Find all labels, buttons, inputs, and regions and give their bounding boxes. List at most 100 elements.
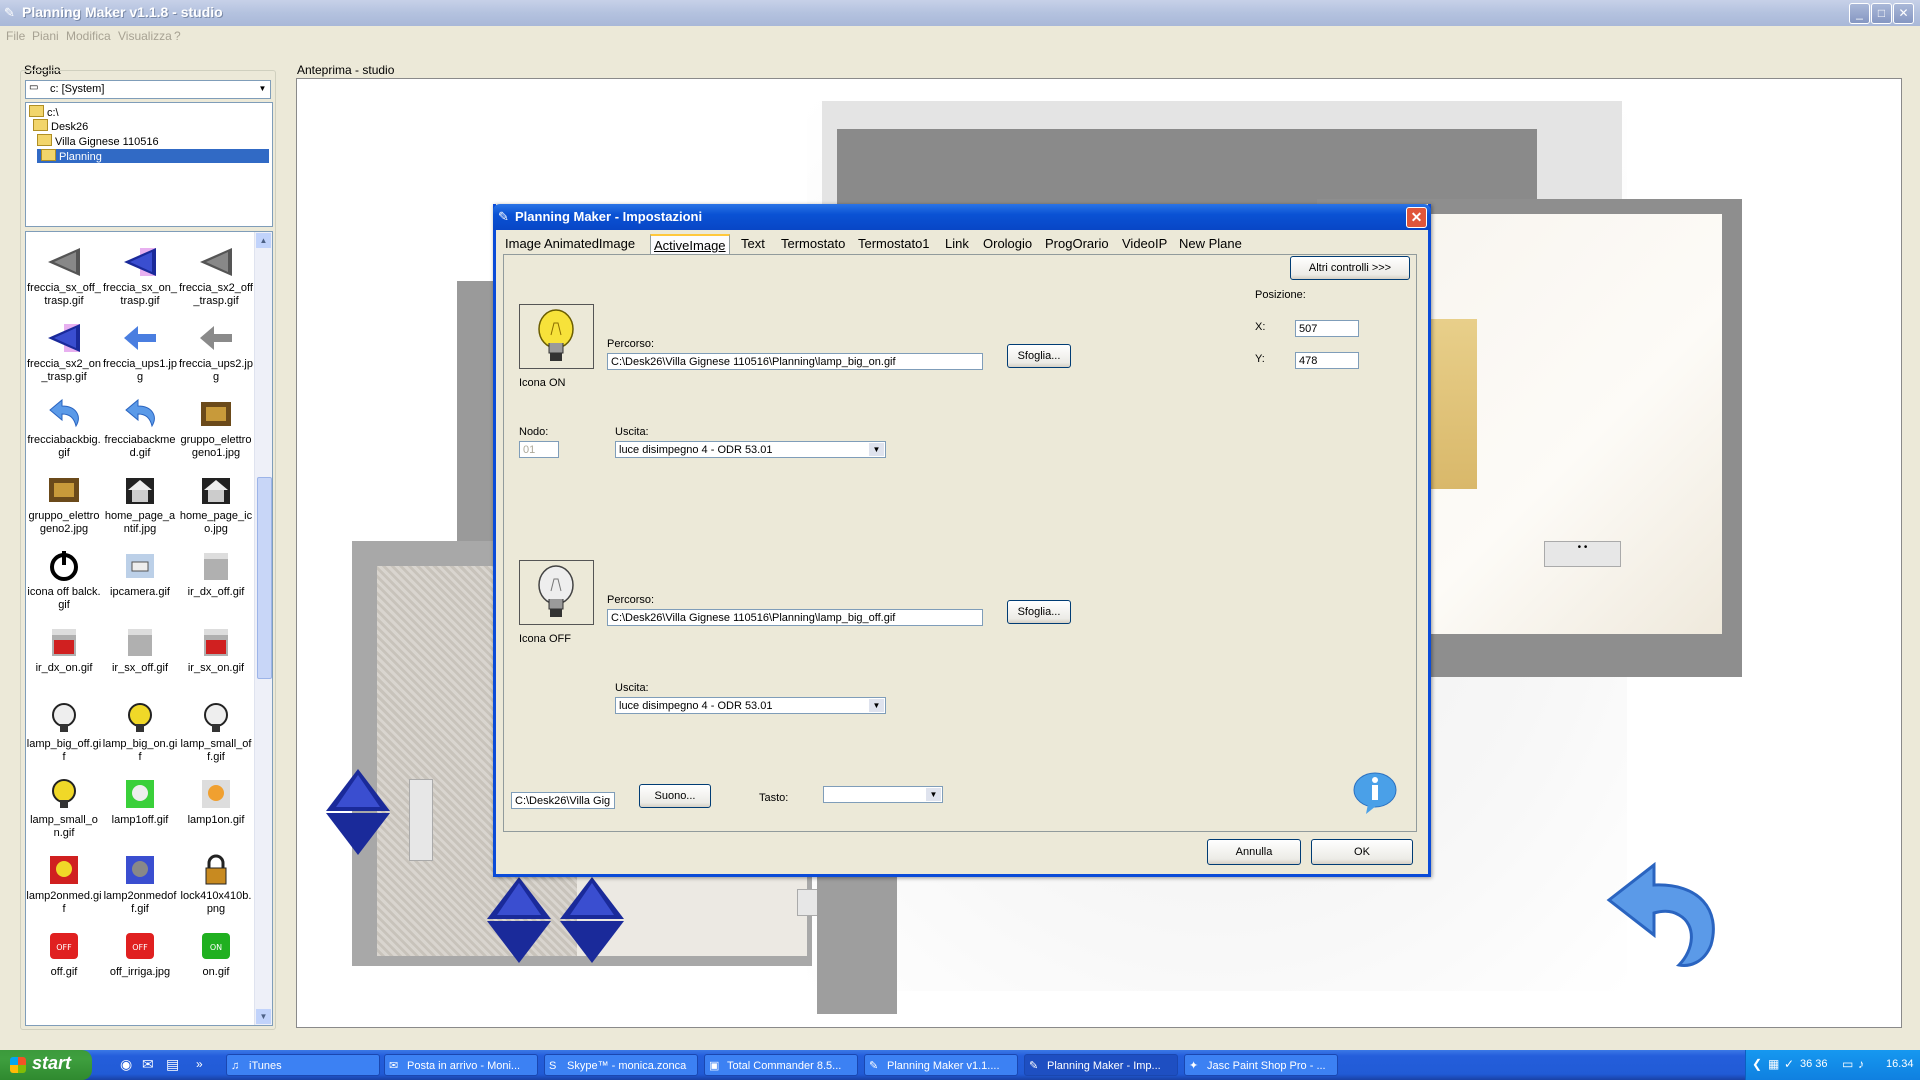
icon-off-preview[interactable]: [519, 560, 594, 625]
ok-button[interactable]: OK: [1311, 839, 1413, 865]
file-thumbnail[interactable]: icona off balck.gif: [26, 548, 102, 612]
task-total-commander[interactable]: ▣ Total Commander 8.5...: [704, 1054, 858, 1076]
tray-monitor-icon[interactable]: ▭: [1842, 1057, 1853, 1071]
floor-up-down-icon[interactable]: [558, 875, 626, 965]
drive-select[interactable]: ▭ c: [System] ▼: [25, 80, 271, 99]
tab-progorario[interactable]: ProgOrario: [1045, 236, 1109, 251]
task-posta[interactable]: ✉ Posta in arrivo - Moni...: [384, 1054, 538, 1076]
tab-new-plane[interactable]: New Plane: [1179, 236, 1242, 251]
task-skype[interactable]: S Skype™ - monica.zonca: [544, 1054, 698, 1076]
start-button[interactable]: start: [0, 1050, 92, 1080]
file-thumbnail[interactable]: lamp_small_on.gif: [26, 776, 102, 840]
dialog-close-button[interactable]: ✕: [1406, 207, 1427, 228]
tab-videoip[interactable]: VideoIP: [1122, 236, 1167, 251]
annulla-button[interactable]: Annulla: [1207, 839, 1301, 865]
tab-termostato[interactable]: Termostato: [781, 236, 845, 251]
floor-up-down-icon[interactable]: [485, 875, 553, 965]
x-field[interactable]: 507: [1295, 320, 1359, 337]
chevron-down-icon[interactable]: ▼: [256, 82, 269, 95]
quicklaunch-desktop-icon[interactable]: ▤: [166, 1056, 179, 1073]
percorso-off-field[interactable]: C:\Desk26\Villa Gignese 110516\Planning\…: [607, 609, 983, 626]
floor-up-down-icon[interactable]: [324, 767, 392, 857]
menu-visualizza[interactable]: Visualizza: [118, 29, 172, 43]
file-thumbnail[interactable]: ir_sx_off.gif: [102, 624, 178, 675]
file-thumbnail[interactable]: lamp2onmedoff.gif: [102, 852, 178, 916]
nodo-field[interactable]: 01: [519, 441, 559, 458]
file-thumbnail[interactable]: ir_sx_on.gif: [178, 624, 254, 675]
tree-item-villa[interactable]: Villa Gignese 110516: [37, 134, 159, 148]
file-thumbnail[interactable]: ON on.gif: [178, 928, 254, 979]
tab-orologio[interactable]: Orologio: [983, 236, 1032, 251]
minimize-button[interactable]: _: [1849, 3, 1870, 24]
sfoglia-off-button[interactable]: Sfoglia...: [1007, 600, 1071, 624]
percorso-on-field[interactable]: C:\Desk26\Villa Gignese 110516\Planning\…: [607, 353, 983, 370]
sound-path-field[interactable]: C:\Desk26\Villa Gig: [511, 792, 615, 809]
tree-item-planning[interactable]: Planning: [37, 149, 269, 163]
task-planning-maker[interactable]: ✎ Planning Maker v1.1....: [864, 1054, 1018, 1076]
suono-button[interactable]: Suono...: [639, 784, 711, 808]
file-thumbnail[interactable]: frecciabackmed.gif: [102, 396, 178, 460]
sfoglia-on-button[interactable]: Sfoglia...: [1007, 344, 1071, 368]
tray-arrow-icon[interactable]: ❮: [1752, 1057, 1762, 1071]
menu-modifica[interactable]: Modifica: [66, 29, 111, 43]
info-icon[interactable]: [1352, 770, 1398, 816]
file-thumbnail[interactable]: freccia_sx2_off_trasp.gif: [178, 244, 254, 308]
file-thumbnail[interactable]: lamp2onmed.gif: [26, 852, 102, 916]
file-thumbnail[interactable]: ir_dx_off.gif: [178, 548, 254, 599]
maximize-button[interactable]: □: [1871, 3, 1892, 24]
icon-on-preview[interactable]: [519, 304, 594, 369]
quicklaunch-more-icon[interactable]: »: [196, 1057, 203, 1071]
file-thumbnail[interactable]: freccia_sx_on_trasp.gif: [102, 244, 178, 308]
tray-network-icon[interactable]: ▦: [1768, 1057, 1779, 1071]
menu-piani[interactable]: Piani: [32, 29, 59, 43]
file-thumbnail[interactable]: OFF off_irriga.jpg: [102, 928, 178, 979]
chevron-down-icon[interactable]: ▼: [926, 788, 941, 801]
tab-activeimage[interactable]: ActiveImage: [650, 234, 730, 256]
file-thumbnail[interactable]: freccia_sx_off_trasp.gif: [26, 244, 102, 308]
file-thumbnail[interactable]: freccia_ups1.jpg: [102, 320, 178, 384]
file-thumbnail[interactable]: home_page_antif.jpg: [102, 472, 178, 536]
tab-image[interactable]: Image: [505, 236, 541, 251]
file-thumbnail[interactable]: gruppo_elettrogeno2.jpg: [26, 472, 102, 536]
file-thumbnail[interactable]: home_page_ico.jpg: [178, 472, 254, 536]
task-planning-maker-settings[interactable]: ✎ Planning Maker - Imp...: [1024, 1054, 1178, 1076]
uscita-off-select[interactable]: luce disimpegno 4 - ODR 53.01 ▼: [615, 697, 886, 714]
file-thumbnail[interactable]: OFF off.gif: [26, 928, 102, 979]
file-thumbnail[interactable]: ir_dx_on.gif: [26, 624, 102, 675]
chevron-down-icon[interactable]: ▼: [869, 699, 884, 712]
altri-controlli-button[interactable]: Altri controlli >>>: [1290, 256, 1410, 280]
file-thumbnail[interactable]: frecciabackbig.gif: [26, 396, 102, 460]
scroll-down-icon[interactable]: ▼: [256, 1009, 271, 1024]
tab-link[interactable]: Link: [945, 236, 969, 251]
tab-text[interactable]: Text: [741, 236, 765, 251]
scroll-up-icon[interactable]: ▲: [256, 233, 271, 248]
tree-item-desk26[interactable]: Desk26: [33, 119, 88, 133]
file-thumbnail[interactable]: lamp_big_off.gif: [26, 700, 102, 764]
scroll-thumb[interactable]: [257, 477, 272, 679]
file-thumbnail[interactable]: lamp1off.gif: [102, 776, 178, 827]
tree-item-c[interactable]: c:\: [29, 105, 59, 119]
file-list-scrollbar[interactable]: ▲ ▼: [254, 232, 272, 1025]
close-button[interactable]: ✕: [1893, 3, 1914, 24]
task-itunes[interactable]: ♫ iTunes: [226, 1054, 380, 1076]
tasto-select[interactable]: ▼: [823, 786, 943, 803]
task-paint-shop-pro[interactable]: ✦ Jasc Paint Shop Pro - ...: [1184, 1054, 1338, 1076]
uscita-on-select[interactable]: luce disimpegno 4 - ODR 53.01 ▼: [615, 441, 886, 458]
tab-animatedimage[interactable]: AnimatedImage: [544, 236, 635, 251]
file-thumbnail[interactable]: lamp_small_off.gif: [178, 700, 254, 764]
quicklaunch-ie-icon[interactable]: ◉: [120, 1056, 132, 1073]
quicklaunch-email-icon[interactable]: ✉: [142, 1056, 154, 1073]
file-thumbnail[interactable]: gruppo_elettrogeno1.jpg: [178, 396, 254, 460]
back-arrow-icon[interactable]: [1599, 855, 1724, 970]
file-thumbnail[interactable]: lamp_big_on.gif: [102, 700, 178, 764]
chevron-down-icon[interactable]: ▼: [869, 443, 884, 456]
tray-volume-icon[interactable]: ♪: [1858, 1057, 1864, 1071]
menu-file[interactable]: File: [6, 29, 25, 43]
tray-security-icon[interactable]: ✓: [1784, 1057, 1794, 1071]
menu-help[interactable]: ?: [174, 29, 181, 43]
file-thumbnail[interactable]: freccia_ups2.jpg: [178, 320, 254, 384]
file-thumbnail[interactable]: lock410x410b.png: [178, 852, 254, 916]
y-field[interactable]: 478: [1295, 352, 1359, 369]
file-thumbnail[interactable]: ipcamera.gif: [102, 548, 178, 599]
file-thumbnail[interactable]: freccia_sx2_on_trasp.gif: [26, 320, 102, 384]
